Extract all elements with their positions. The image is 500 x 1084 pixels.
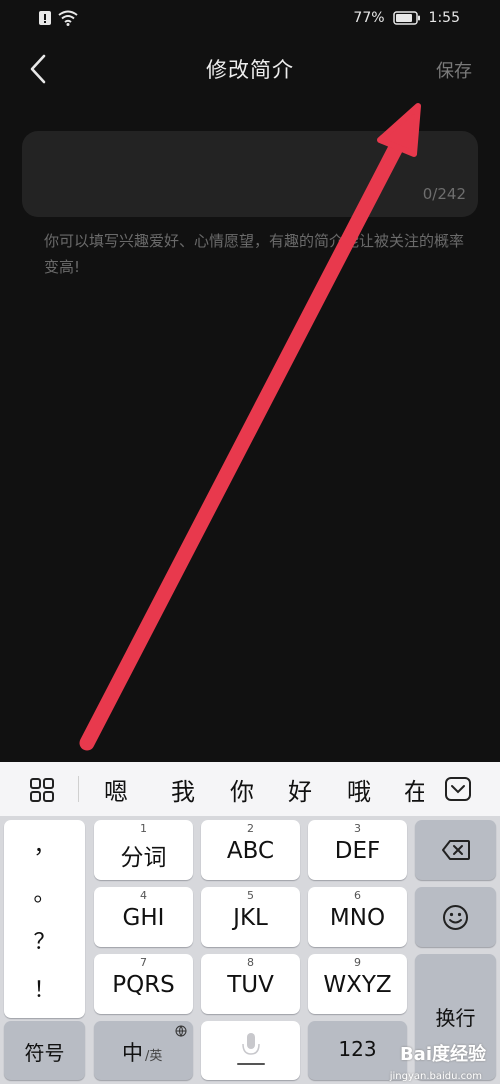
- key-number: 1: [140, 822, 147, 835]
- language-switch-key[interactable]: 中 /英: [94, 1021, 193, 1080]
- key-number: 4: [140, 889, 147, 902]
- bio-textarea[interactable]: [22, 131, 478, 217]
- key-number: 7: [140, 956, 147, 969]
- candidate-item[interactable]: 我: [171, 772, 195, 807]
- key-number: 8: [247, 956, 254, 969]
- bio-hint: 你可以填写兴趣爱好、心情愿望，有趣的简介能让被关注的概率变高!: [44, 232, 465, 276]
- candidate-item[interactable]: 在: [404, 772, 424, 807]
- status-right: 77% 1:55: [353, 10, 460, 26]
- page-title: 修改简介: [206, 58, 294, 82]
- save-button[interactable]: 保存: [436, 57, 472, 83]
- key-number: 6: [354, 889, 361, 902]
- globe-icon: [175, 1025, 187, 1037]
- emoji-smile-icon: [443, 905, 468, 930]
- ime-keyboard: 嗯 我 你 好 哦 在 ， 。 ？ ！ 1 分词 2 ABC 3 DEF 4 G…: [0, 762, 500, 1084]
- space-key[interactable]: [201, 1021, 300, 1080]
- emoji-key[interactable]: [415, 887, 496, 947]
- key-label: PQRS: [112, 972, 175, 998]
- enter-label: 换行: [435, 1006, 476, 1030]
- watermark-url: jingyan.baidu.com: [389, 1071, 482, 1082]
- grid-menu-icon[interactable]: [28, 776, 56, 804]
- key-number: 5: [247, 889, 254, 902]
- candidate-bar: 嗯 我 你 好 哦 在: [0, 762, 500, 816]
- key-2[interactable]: 2 ABC: [201, 820, 300, 880]
- candidate-divider: [78, 776, 79, 802]
- key-label: GHI: [122, 905, 165, 931]
- key-7[interactable]: 7 PQRS: [94, 954, 193, 1014]
- key-label: JKL: [233, 905, 268, 931]
- symbols-label: 符号: [24, 1041, 65, 1065]
- punct-comma-key[interactable]: ，: [4, 828, 85, 860]
- key-label: 分词: [120, 845, 167, 871]
- key-number: 2: [247, 822, 254, 835]
- numbers-label: 123: [338, 1037, 377, 1061]
- key-number: 9: [354, 956, 361, 969]
- punct-exclaim-key[interactable]: ！: [4, 972, 85, 1004]
- symbols-key[interactable]: 符号: [4, 1021, 85, 1080]
- key-label: DEF: [334, 838, 381, 864]
- candidate-item[interactable]: 你: [230, 772, 254, 807]
- key-9[interactable]: 9 WXYZ: [308, 954, 407, 1014]
- status-bar: 77% 1:55: [0, 0, 500, 38]
- watermark: Bai度经验: [399, 1044, 486, 1065]
- key-label: MNO: [329, 905, 386, 931]
- punct-period-key[interactable]: 。: [4, 876, 85, 908]
- key-label: TUV: [227, 972, 274, 998]
- key-1[interactable]: 1 分词: [94, 820, 193, 880]
- candidate-item[interactable]: 好: [288, 772, 312, 807]
- key-label: WXYZ: [323, 972, 392, 998]
- microphone-icon: [237, 1033, 265, 1065]
- status-left: [38, 10, 78, 26]
- key-5[interactable]: 5 JKL: [201, 887, 300, 947]
- battery-percent: 77%: [353, 10, 385, 26]
- candidate-item[interactable]: 哦: [347, 772, 371, 807]
- key-4[interactable]: 4 GHI: [94, 887, 193, 947]
- candidate-item[interactable]: 嗯: [104, 772, 128, 807]
- lang-primary: 中: [122, 1041, 143, 1065]
- key-6[interactable]: 6 MNO: [308, 887, 407, 947]
- key-number: 3: [354, 822, 361, 835]
- keyboard-collapse-icon[interactable]: [444, 776, 472, 802]
- backspace-icon: [442, 840, 470, 860]
- punct-question-key[interactable]: ？: [4, 924, 85, 956]
- key-8[interactable]: 8 TUV: [201, 954, 300, 1014]
- alert-sim-icon: [39, 11, 51, 25]
- clock: 1:55: [428, 10, 460, 26]
- battery-icon: [392, 11, 420, 25]
- backspace-key[interactable]: [415, 820, 496, 880]
- wifi-icon: [58, 10, 78, 26]
- lang-secondary: /英: [145, 1049, 163, 1064]
- char-counter: 0/242: [422, 185, 466, 203]
- key-3[interactable]: 3 DEF: [308, 820, 407, 880]
- key-label: ABC: [226, 838, 275, 864]
- punctuation-column[interactable]: ， 。 ？ ！: [4, 820, 85, 1018]
